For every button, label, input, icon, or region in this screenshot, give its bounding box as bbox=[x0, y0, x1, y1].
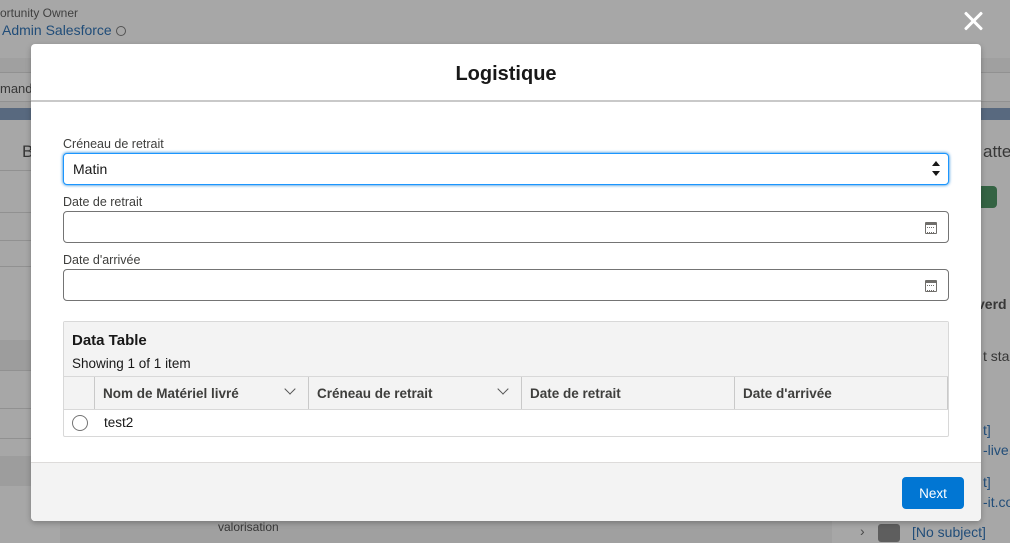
column-header-creneau[interactable]: Créneau de retrait bbox=[309, 377, 522, 409]
close-icon[interactable] bbox=[960, 8, 986, 34]
data-table-columns: Nom de Matériel livré Créneau de retrait… bbox=[64, 376, 948, 410]
data-table-title: Data Table bbox=[72, 332, 147, 349]
data-table-header: Data Table Showing 1 of 1 item bbox=[64, 322, 948, 376]
date-retrait-input[interactable] bbox=[63, 211, 949, 243]
creneau-label: Créneau de retrait bbox=[63, 137, 164, 151]
column-label: Date d'arrivée bbox=[743, 386, 832, 401]
creneau-select-value: Matin bbox=[73, 161, 108, 177]
arrow-up-icon bbox=[932, 161, 940, 166]
creneau-select[interactable]: Matin bbox=[63, 153, 949, 185]
calendar-icon[interactable] bbox=[925, 222, 937, 234]
date-retrait-label: Date de retrait bbox=[63, 195, 143, 209]
modal-footer: Next bbox=[31, 462, 981, 521]
select-arrows-icon bbox=[932, 158, 940, 180]
column-label: Nom de Matériel livré bbox=[103, 386, 239, 401]
row-select-radio[interactable] bbox=[72, 415, 88, 431]
chevron-down-icon[interactable] bbox=[284, 383, 296, 395]
arrow-down-icon bbox=[932, 171, 940, 176]
column-label: Date de retrait bbox=[530, 386, 621, 401]
table-cell-nom: test2 bbox=[104, 415, 134, 430]
column-header-date-retrait[interactable]: Date de retrait bbox=[522, 377, 735, 409]
date-arrivee-input[interactable] bbox=[63, 269, 949, 301]
modal-header: Logistique bbox=[31, 44, 981, 102]
date-arrivee-label: Date d'arrivée bbox=[63, 253, 141, 267]
column-label: Créneau de retrait bbox=[317, 386, 433, 401]
column-header-date-arrivee[interactable]: Date d'arrivée bbox=[735, 377, 948, 409]
chevron-down-icon[interactable] bbox=[497, 383, 509, 395]
next-button[interactable]: Next bbox=[902, 477, 964, 509]
column-header-nom-materiel[interactable]: Nom de Matériel livré bbox=[95, 377, 309, 409]
modal-title: Logistique bbox=[455, 63, 557, 85]
table-row[interactable]: test2 bbox=[64, 410, 948, 436]
selection-column-header bbox=[64, 377, 95, 409]
data-table: Data Table Showing 1 of 1 item Nom de Ma… bbox=[63, 321, 949, 437]
data-table-count: Showing 1 of 1 item bbox=[72, 356, 191, 371]
logistique-modal: Logistique Créneau de retrait Matin Date… bbox=[31, 44, 981, 521]
calendar-icon[interactable] bbox=[925, 280, 937, 292]
